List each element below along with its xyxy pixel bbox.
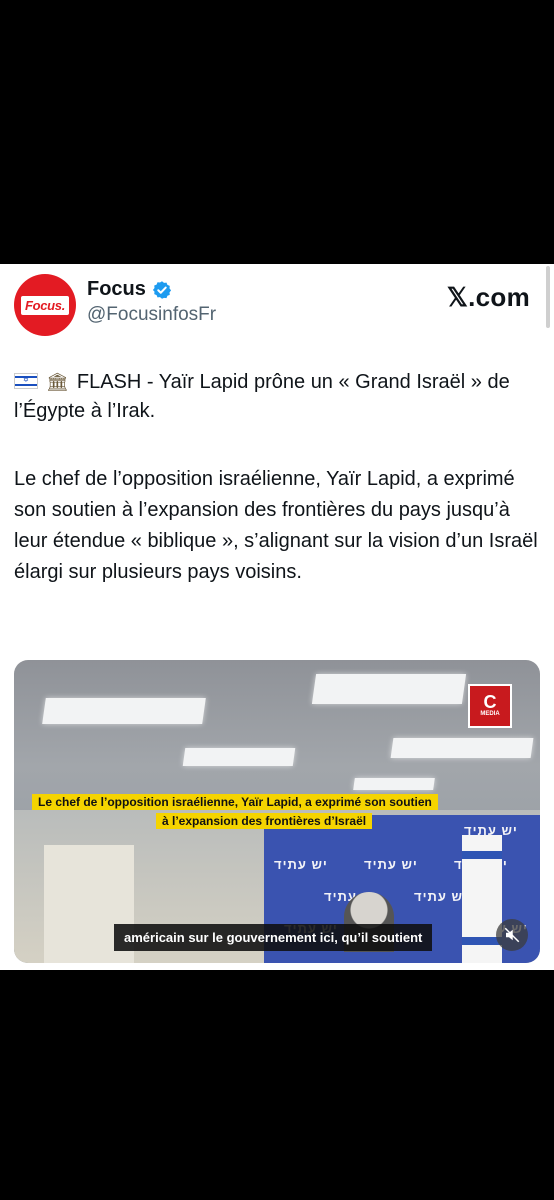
scrollbar[interactable]: [546, 266, 550, 328]
mute-button[interactable]: [496, 919, 528, 951]
watermark-label: MEDIA: [480, 711, 500, 717]
author-name-row[interactable]: Focus: [87, 278, 172, 301]
verified-badge-icon: [152, 280, 171, 299]
ceiling-light: [42, 698, 206, 724]
ceiling-light: [311, 674, 467, 704]
classical-building-icon: 🏛: [46, 372, 69, 392]
israel-flag-pole: [462, 835, 502, 963]
c-media-logo: C MEDIA: [468, 684, 512, 728]
israel-flag-icon: ✡: [14, 373, 38, 389]
post-body: Le chef de l’opposition israélienne, Yaï…: [14, 468, 538, 583]
headline-text: FLASH - Yaïr Lapid prône un « Grand Isra…: [14, 371, 510, 422]
watermark-letter: C: [483, 692, 497, 712]
post-card: Focus. Focus @FocusinfosFr 𝕏.com ✡ 🏛 FLASH…: [0, 264, 554, 970]
caption-line-1: Le chef de l’opposition israélienne, Yaï…: [32, 794, 438, 810]
caption-line-2: à l’expansion des frontières d’Israël: [156, 813, 373, 829]
ceiling-light: [390, 738, 534, 758]
video-player[interactable]: יש עתיד יש עתיד יש עתיד יש עתיד יש עתיד …: [14, 660, 540, 963]
video-subtitle: américain sur le gouvernement ici, qu’il…: [114, 924, 433, 951]
x-brand-label: 𝕏.com: [446, 282, 530, 312]
avatar-logo: Focus.: [20, 295, 70, 315]
author-name[interactable]: Focus: [87, 278, 146, 301]
ceiling-light: [182, 748, 296, 766]
muted-speaker-icon: [504, 927, 520, 943]
post-headline: ✡ 🏛 FLASH - Yaïr Lapid prône un « Grand Is…: [14, 368, 534, 426]
ceiling-light: [353, 778, 435, 790]
author-handle[interactable]: @FocusinfosFr: [87, 304, 216, 326]
avatar[interactable]: Focus.: [14, 274, 76, 336]
